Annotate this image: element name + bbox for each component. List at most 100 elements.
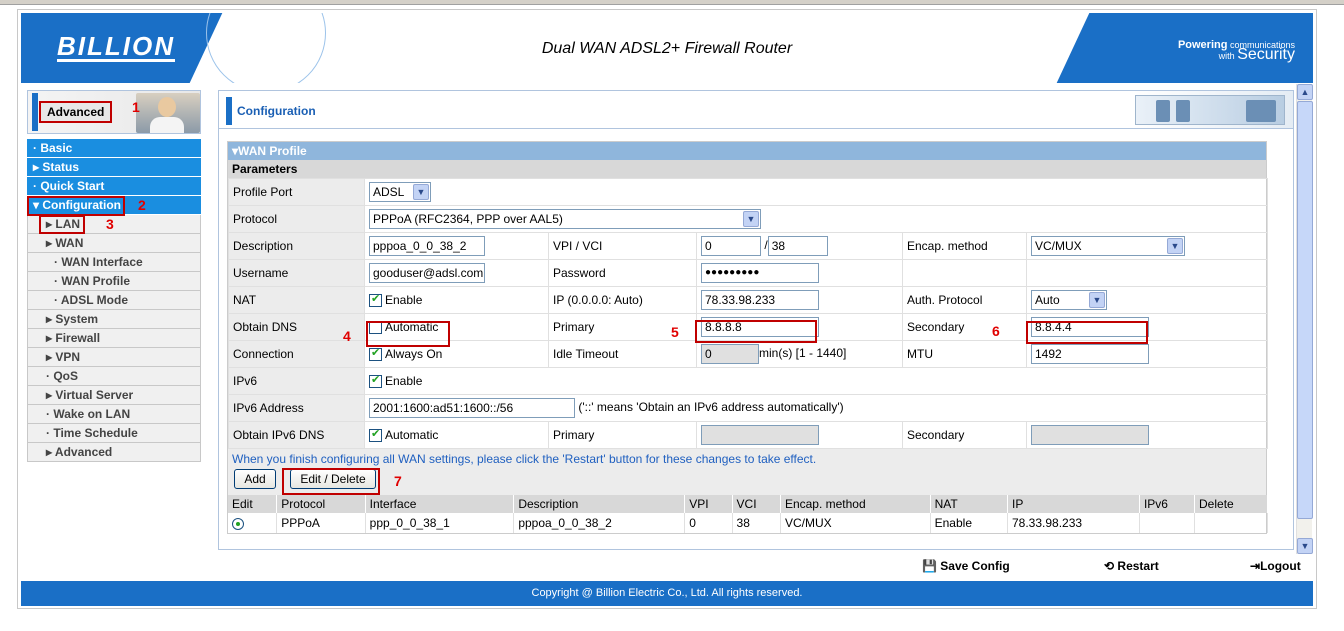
idle-timeout-input[interactable]: 0 <box>701 344 759 364</box>
ipv6-secondary-dns-input[interactable] <box>1031 425 1149 445</box>
label-ipv6-secondary: Secondary <box>902 421 1027 449</box>
label-obtain-ipv6-dns: Obtain IPv6 DNS <box>228 421 365 449</box>
section-title: Configuration <box>237 104 316 118</box>
mtu-input[interactable]: 1492 <box>1031 344 1149 364</box>
ipv6-address-hint: ('::' means 'Obtain an IPv6 address auto… <box>578 400 844 415</box>
table-cell: pppoa_0_0_38_2 <box>513 513 686 533</box>
ipv6-address-input[interactable]: 2001:1600:ad51:1600::/56 <box>369 398 575 418</box>
annotation-box-primary <box>695 320 817 343</box>
sidebar-item-wan[interactable]: ▸ WAN <box>27 234 201 253</box>
ip-input[interactable]: 78.33.98.233 <box>701 290 819 310</box>
edit-radio[interactable] <box>232 517 244 530</box>
column-header: Encap. method <box>780 495 931 513</box>
chevron-up-icon[interactable]: ▲ <box>1297 84 1313 100</box>
office-image <box>1135 95 1285 125</box>
header-person-image <box>136 93 200 133</box>
save-icon: 💾 <box>922 559 937 573</box>
column-header: NAT <box>930 495 1009 513</box>
select-value: Auto <box>1035 293 1060 307</box>
table-cell <box>228 513 278 533</box>
description-input[interactable]: pppoa_0_0_38_2 <box>369 236 485 256</box>
password-input[interactable]: ●●●●●●●●● <box>701 263 819 283</box>
label-secondary-dns: Secondary <box>902 313 1027 341</box>
select-value: VC/MUX <box>1035 239 1082 253</box>
column-header: IP <box>1007 495 1140 513</box>
browser-top-strip <box>0 0 1344 5</box>
label-encap: Encap. method <box>902 232 1027 260</box>
sidebar-item-time-schedule[interactable]: · Time Schedule <box>27 424 201 443</box>
annotation-7: 7 <box>394 473 402 489</box>
tagline: Powering communications with Security <box>1178 40 1295 63</box>
label-auth: Auth. Protocol <box>902 286 1027 314</box>
logout-link[interactable]: ⇥Logout <box>1250 559 1301 573</box>
table-cell: ppp_0_0_38_1 <box>365 513 515 533</box>
restart-icon: ⟲ <box>1104 559 1115 573</box>
vci-input[interactable]: 38 <box>767 236 828 256</box>
parameters-heading: Parameters <box>228 160 1266 178</box>
table-row: PPPoA ppp_0_0_38_1 pppoa_0_0_38_2 0 38 VC/MUX… <box>228 513 1268 533</box>
select-value: PPPoA (RFC2364, PPP over AAL5) <box>373 212 563 226</box>
annotation-5: 5 <box>671 324 679 340</box>
label-vpi-vci: VPI / VCI <box>548 232 697 260</box>
annotation-box-configuration <box>27 196 125 216</box>
column-header: Edit <box>228 495 278 513</box>
sidebar-item-wake-on-lan[interactable]: · Wake on LAN <box>27 405 201 424</box>
annotation-3: 3 <box>106 216 114 232</box>
annotation-2: 2 <box>138 197 146 213</box>
sidebar-item-vpn[interactable]: ▸ VPN <box>27 348 201 367</box>
encap-select[interactable]: VC/MUX ▼ <box>1031 236 1185 256</box>
panel-title[interactable]: ▾WAN Profile <box>228 142 1266 160</box>
ipv6-enable-checkbox[interactable] <box>369 373 382 389</box>
protocol-select[interactable]: PPPoA (RFC2364, PPP over AAL5) ▼ <box>369 209 761 229</box>
vpi-input[interactable]: 0 <box>701 236 761 256</box>
sidebar-item-basic[interactable]: · Basic <box>27 139 201 158</box>
label-protocol: Protocol <box>228 205 365 233</box>
column-header: Interface <box>365 495 515 513</box>
chevron-down-icon[interactable]: ▼ <box>1297 538 1313 554</box>
sidebar-item-firewall[interactable]: ▸ Firewall <box>27 329 201 348</box>
annotation-6: 6 <box>992 323 1000 339</box>
profile-port-select[interactable]: ADSL ▼ <box>369 182 431 202</box>
ipv6-primary-dns-input[interactable] <box>701 425 819 445</box>
scrollbar[interactable]: ▲ ▼ <box>1296 84 1313 554</box>
annotation-1: 1 <box>132 99 140 115</box>
table-cell: VC/MUX <box>780 513 931 533</box>
add-button[interactable]: Add <box>234 469 276 489</box>
footer: Copyright @ Billion Electric Co., Ltd. A… <box>21 581 1313 606</box>
nat-checkbox[interactable] <box>369 292 382 308</box>
advanced-mode-box: Advanced <box>27 90 201 134</box>
sidebar-item-advanced[interactable]: ▸ Advanced <box>27 443 201 462</box>
table-cell <box>1139 513 1196 533</box>
label-profile-port: Profile Port <box>228 178 365 206</box>
sidebar-item-adsl-mode[interactable]: · ADSL Mode <box>27 291 201 310</box>
table-cell <box>1194 513 1268 533</box>
table-cell: PPPoA <box>276 513 366 533</box>
column-header: Protocol <box>276 495 366 513</box>
label-username: Username <box>228 259 365 287</box>
always-on-label: Always On <box>385 346 443 361</box>
save-config-label: Save Config <box>940 559 1010 573</box>
always-on-checkbox[interactable] <box>369 346 382 362</box>
sidebar-item-wan-profile[interactable]: · WAN Profile <box>27 272 201 291</box>
billion-logo: BILLION <box>57 31 175 62</box>
sidebar-item-quick-start[interactable]: · Quick Start <box>27 177 201 196</box>
label-ipv6-primary: Primary <box>548 421 697 449</box>
sidebar-item-qos[interactable]: · QoS <box>27 367 201 386</box>
restart-link[interactable]: ⟲ Restart <box>1104 559 1159 573</box>
column-header: VPI <box>684 495 733 513</box>
chevron-down-icon: ▼ <box>1167 238 1183 254</box>
advanced-button[interactable]: Advanced <box>39 101 113 123</box>
sidebar-item-wan-interface[interactable]: · WAN Interface <box>27 253 201 272</box>
tagline-word: with <box>1218 51 1235 61</box>
sidebar-item-status[interactable]: ▸ Status <box>27 158 201 177</box>
username-input[interactable]: gooduser@adsl.com <box>369 263 485 283</box>
scrollbar-thumb[interactable] <box>1297 101 1313 519</box>
sidebar-item-virtual-server[interactable]: ▸ Virtual Server <box>27 386 201 405</box>
ipv6-dns-automatic-checkbox[interactable] <box>369 427 382 443</box>
auth-select[interactable]: Auto ▼ <box>1031 290 1107 310</box>
label-description: Description <box>228 232 365 260</box>
save-config-link[interactable]: 💾 Save Config <box>922 559 1010 573</box>
label-password: Password <box>548 259 697 287</box>
sidebar-item-system[interactable]: ▸ System <box>27 310 201 329</box>
ipv6-dns-automatic-label: Automatic <box>385 427 439 442</box>
